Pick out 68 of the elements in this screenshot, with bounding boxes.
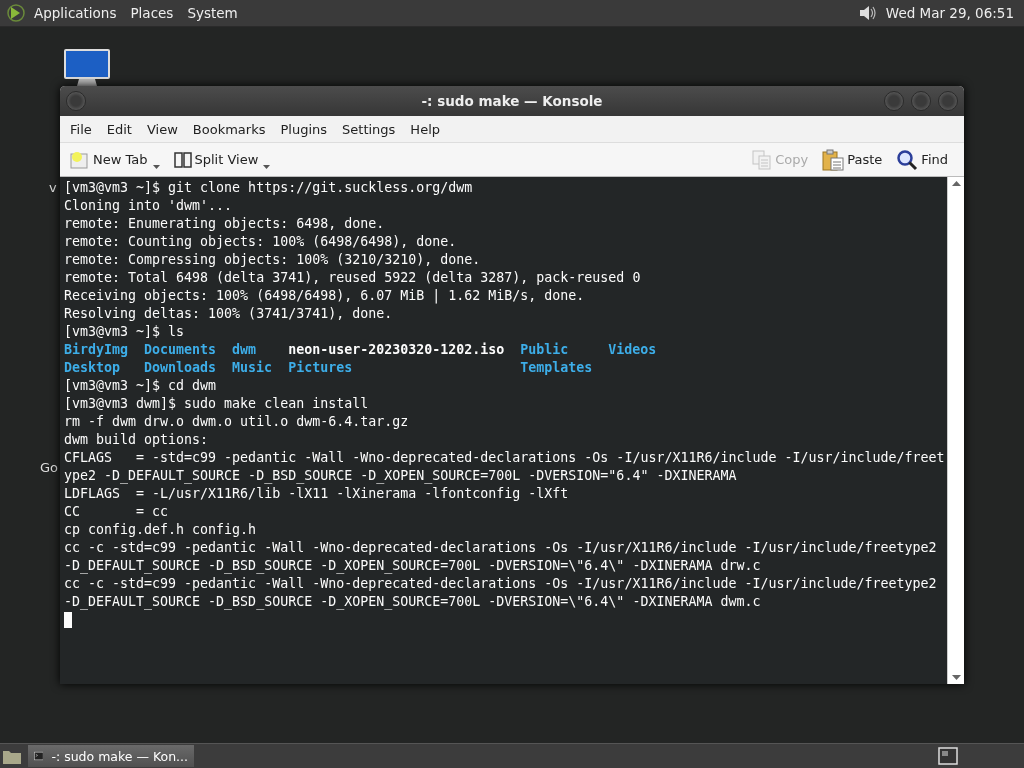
terminal-line: [vm3@vm3 ~]$ ls xyxy=(64,323,185,341)
menu-item[interactable]: Plugins xyxy=(274,121,334,137)
terminal-line: [vm3@vm3 ~]$ cd dwm xyxy=(64,377,217,395)
file-name: Downloads xyxy=(144,359,217,377)
caret-icon xyxy=(152,164,160,169)
file-name: Templates xyxy=(520,359,593,377)
terminal-line: Cloning into 'dwm'... xyxy=(64,197,233,215)
panel-menu[interactable]: Applications xyxy=(34,5,117,21)
toolbar-button[interactable]: New Tab xyxy=(66,148,164,171)
terminal-line: [vm3@vm3 ~]$ git clone https://git.suckless.org/dwm xyxy=(64,179,473,197)
terminal-line: remote: Counting objects: 100% (6498/6498), done. xyxy=(64,233,457,251)
desktop-icon-label: Go xyxy=(40,460,59,475)
menu-item[interactable]: Bookmarks xyxy=(186,121,272,137)
file-name: dwm xyxy=(232,341,257,359)
panel-menu[interactable]: System xyxy=(187,5,238,21)
clock[interactable]: Wed Mar 29, 06:51 xyxy=(885,5,1014,21)
new-tab-icon xyxy=(70,150,90,169)
menu-item[interactable]: File xyxy=(64,121,98,137)
menu-item[interactable]: Help xyxy=(404,121,446,137)
terminal-line: LDFLAGS = -L/usr/X11R6/lib -lX11 -lXinerama -lfontconfig -lXft xyxy=(64,485,569,503)
terminal-line: remote: Enumerating objects: 6498, done. xyxy=(64,215,385,233)
terminal-line: -D_DEFAULT_SOURCE -D_BSD_SOURCE -D_XOPEN_SOURCE=700L -DVERSION=\"6.4\" -DXINERAMA dwm.c xyxy=(64,593,761,611)
terminal-icon xyxy=(34,749,44,763)
file-name: Public xyxy=(520,341,569,359)
file-name: Desktop xyxy=(64,359,121,377)
taskbar-button[interactable]: -: sudo make — Kon... xyxy=(28,745,194,767)
toolbar-button[interactable]: Split View xyxy=(169,148,275,171)
menu-logo-icon[interactable] xyxy=(6,3,26,23)
panel-menu[interactable]: Places xyxy=(130,5,174,21)
terminal-line: ype2 -D_DEFAULT_SOURCE -D_BSD_SOURCE -D_XOPEN_SOURCE=700L -DVERSION="6.4" -DXINERAMA xyxy=(64,467,737,485)
scroll-down-icon[interactable] xyxy=(951,675,961,680)
terminal-line: cp config.def.h config.h xyxy=(64,521,257,539)
terminal-line: dwm build options: xyxy=(64,431,209,449)
search-icon xyxy=(896,148,919,171)
scrollbar[interactable] xyxy=(947,177,964,684)
workspace-icon[interactable] xyxy=(938,747,958,765)
file-name: Documents xyxy=(144,341,217,359)
terminal-line: Receiving objects: 100% (6498/6498), 6.07 MiB | 1.62 MiB/s, done. xyxy=(64,287,585,305)
terminal-line: remote: Compressing objects: 100% (3210/3210), done. xyxy=(64,251,481,269)
file-name: BirdyImg xyxy=(64,341,129,359)
copy-icon xyxy=(752,149,773,170)
terminal-line: CC = cc xyxy=(64,503,169,521)
file-name: Videos xyxy=(608,341,657,359)
menu-item[interactable]: Settings xyxy=(336,121,402,137)
window-title: -: sudo make — Konsole xyxy=(421,93,603,109)
caret-icon xyxy=(263,164,271,169)
terminal-line: CFLAGS = -std=c99 -pedantic -Wall -Wno-deprecated-declarations -Os -I/usr/X11R6/include -I/usr/include/freet xyxy=(64,449,945,467)
menu-item[interactable]: View xyxy=(140,121,184,137)
terminal-line: Resolving deltas: 100% (3741/3741), done. xyxy=(64,305,393,323)
terminal-line: cc -c -std=c99 -pedantic -Wall -Wno-deprecated-declarations -Os -I/usr/X11R6/include -I/usr/include/freetype2 xyxy=(64,539,937,557)
menu-item[interactable]: Edit xyxy=(100,121,138,137)
scroll-up-icon[interactable] xyxy=(951,181,961,186)
monitor-icon[interactable] xyxy=(63,48,111,88)
terminal-line: rm -f dwm drw.o dwm.o util.o dwm-6.4.tar.gz xyxy=(64,413,409,431)
terminal-line: -D_DEFAULT_SOURCE -D_BSD_SOURCE -D_XOPEN_SOURCE=700L -DVERSION=\"6.4\" -DXINERAMA drw.c xyxy=(64,557,761,575)
toolbar-button[interactable]: Paste xyxy=(818,146,887,173)
speaker-icon[interactable] xyxy=(857,3,878,23)
terminal-line: [vm3@vm3 dwm]$ sudo make clean install xyxy=(64,395,369,413)
text-cursor xyxy=(64,612,72,628)
file-name: Music xyxy=(232,359,273,377)
toolbar-button[interactable]: Find xyxy=(892,146,952,173)
file-name: Pictures xyxy=(288,359,353,377)
terminal-line: remote: Total 6498 (delta 3741), reused 5922 (delta 3287), pack-reused 0 xyxy=(64,269,641,287)
split-view-icon xyxy=(173,150,192,169)
desktop-icon-label: v xyxy=(49,180,57,195)
terminal-line: cc -c -std=c99 -pedantic -Wall -Wno-deprecated-declarations -Os -I/usr/X11R6/include -I/usr/include/freetype2 xyxy=(64,575,937,593)
clipboard-icon xyxy=(822,148,845,171)
file-name: neon-user-20230320-1202.iso xyxy=(288,341,505,359)
